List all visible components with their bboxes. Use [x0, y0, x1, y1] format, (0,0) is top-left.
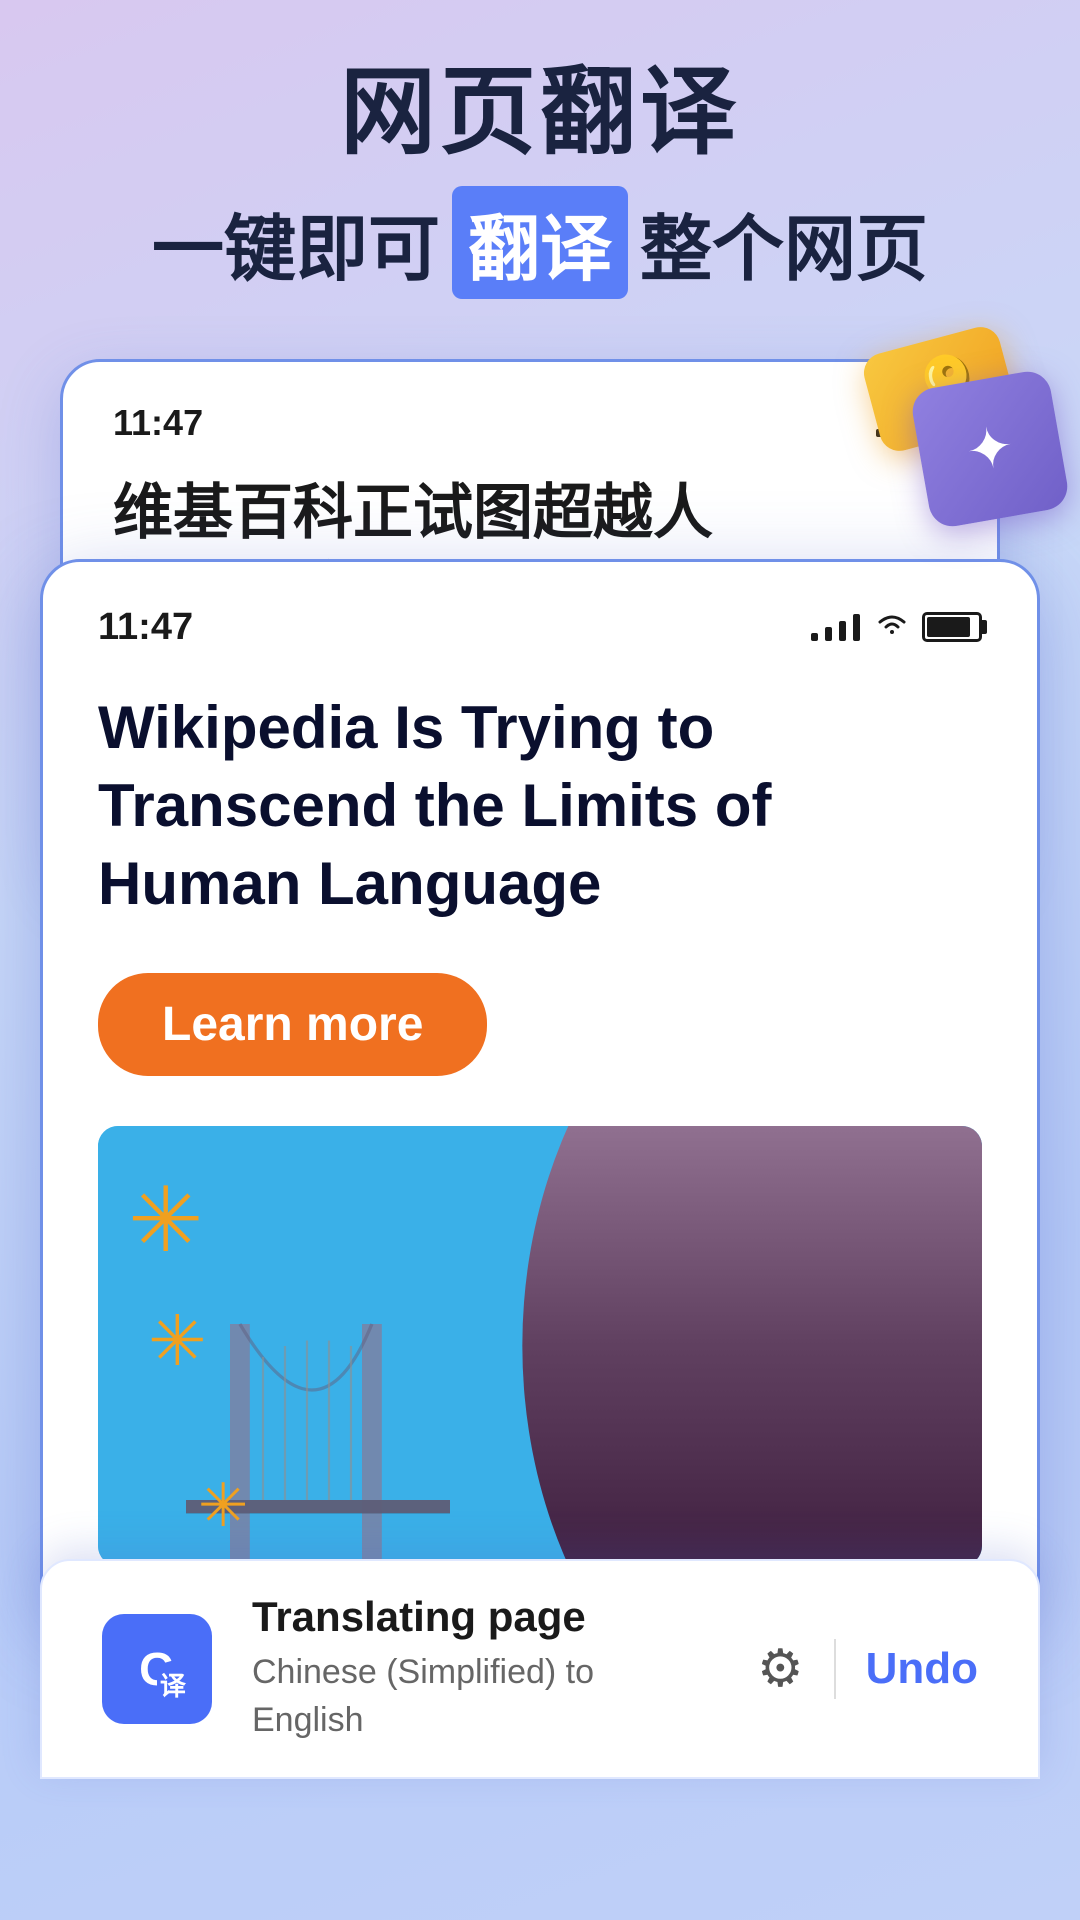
subtitle-after: 整个网页	[640, 190, 928, 295]
snowflake-decoration-1: ✳	[128, 1176, 203, 1266]
translating-title: Translating page	[252, 1593, 717, 1641]
subtitle-before: 一键即可	[152, 190, 440, 295]
wifi-icon-en	[874, 609, 910, 646]
status-icons-english	[809, 609, 982, 646]
subtitle-row: 一键即可 翻译 整个网页	[40, 186, 1040, 299]
google-translate-icon: G 译	[102, 1614, 212, 1724]
translation-actions: ⚙ Undo	[757, 1639, 978, 1699]
article-image: ✳ ✳ ✳	[98, 1126, 982, 1566]
status-bar-english: 11:47	[98, 606, 982, 649]
time-chinese: 11:47	[113, 402, 203, 444]
translating-subtitle: Chinese (Simplified) to English	[252, 1649, 717, 1744]
english-screen: 11:47	[40, 559, 1040, 1619]
image-composite: ✳ ✳ ✳	[98, 1126, 982, 1566]
phone-area: 🔑 ✦ 11:47 ▶ 维基百科正试图超越人 类语言的限制 11:47	[40, 359, 1040, 1779]
status-bar-chinese: 11:47 ▶	[113, 402, 947, 444]
translation-text-block: Translating page Chinese (Simplified) to…	[252, 1593, 717, 1744]
time-english: 11:47	[98, 606, 193, 649]
snowflake-decoration-2: ✳	[148, 1306, 207, 1376]
main-title: 网页翻译	[40, 60, 1040, 166]
subtitle-highlight: 翻译	[452, 186, 628, 299]
english-article-title: Wikipedia Is Trying to Transcend the Lim…	[98, 689, 982, 923]
signal-bar-en	[809, 614, 862, 641]
battery-icon-en	[922, 612, 982, 642]
undo-button[interactable]: Undo	[866, 1644, 978, 1694]
translate-3d-decoration: 🔑 ✦	[850, 319, 1070, 519]
snowflake-decoration-3: ✳	[198, 1476, 248, 1536]
settings-gear-button[interactable]: ⚙	[757, 1639, 804, 1699]
header-section: 网页翻译 一键即可 翻译 整个网页	[0, 0, 1080, 329]
action-divider	[834, 1639, 836, 1699]
translation-bar: G 译 Translating page Chinese (Simplified…	[40, 1559, 1040, 1779]
purple-card-icon: ✦	[909, 368, 1071, 530]
learn-more-button[interactable]: Learn more	[98, 973, 487, 1076]
